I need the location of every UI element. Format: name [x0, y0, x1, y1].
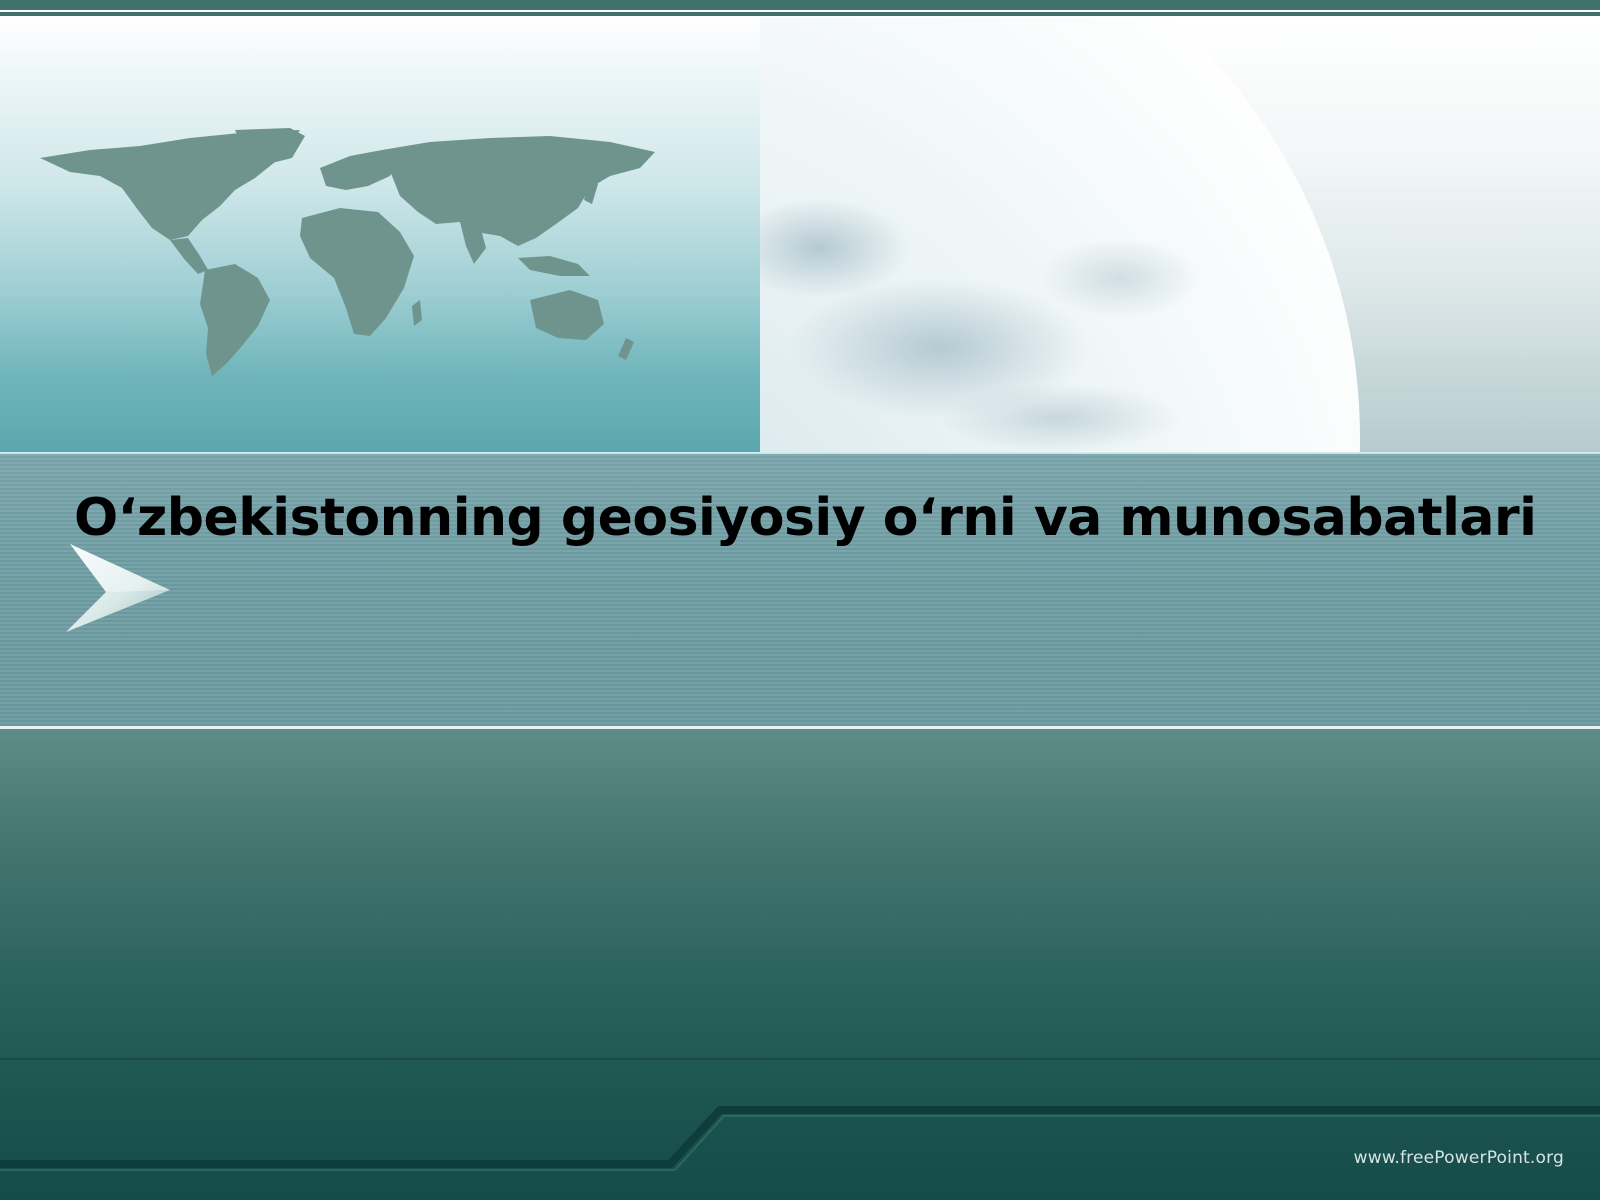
slide: O‘zbekistonning geosiyosiy o‘rni va muno… [0, 0, 1600, 1200]
slide-title: O‘zbekistonning geosiyosiy o‘rni va muno… [74, 488, 1537, 548]
header-image [0, 18, 1600, 454]
top-strip [0, 0, 1600, 18]
globe-icon [760, 18, 1360, 454]
world-map-icon [40, 128, 655, 376]
footer-url: www.freePowerPoint.org [1353, 1148, 1564, 1168]
chevron-right-icon [66, 544, 170, 632]
lower-divider [0, 1058, 1600, 1060]
